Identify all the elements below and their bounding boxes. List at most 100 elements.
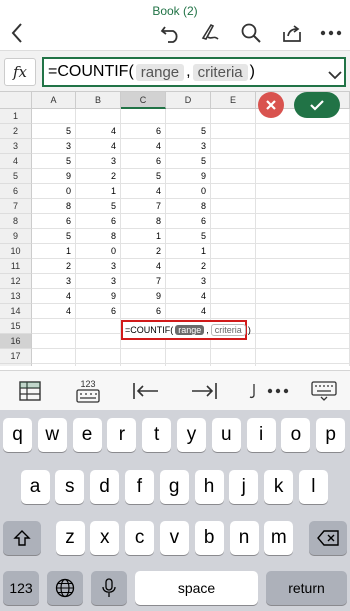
cell-c17[interactable] [121,349,166,364]
key-i[interactable]: i [246,418,276,452]
cell-d10[interactable]: 1 [166,244,211,259]
cell-c18[interactable] [121,364,166,366]
search-icon[interactable] [238,20,264,46]
key-f[interactable]: f [124,470,154,504]
cell-c6[interactable]: 4 [121,184,166,199]
cell-d2[interactable]: 5 [166,124,211,139]
key-z[interactable]: z [55,521,85,555]
cell-f6[interactable] [256,184,350,199]
delete-key[interactable] [309,521,347,555]
back-icon[interactable] [4,20,30,46]
cell-b1[interactable] [76,109,121,124]
cell-d11[interactable]: 2 [166,259,211,274]
cell-d3[interactable]: 3 [166,139,211,154]
row-header-3[interactable]: 3 [0,139,32,154]
cell-f4[interactable] [256,154,350,169]
cell-a13[interactable]: 4 [32,289,76,304]
microphone-key[interactable] [91,571,127,605]
key-m[interactable]: m [264,521,294,555]
key-o[interactable]: o [281,418,311,452]
key-e[interactable]: e [72,418,102,452]
cell-b17[interactable] [76,349,121,364]
row-header-7[interactable]: 7 [0,199,32,214]
column-header-b[interactable]: B [76,92,121,109]
cell-c3[interactable]: 4 [121,139,166,154]
cell-a12[interactable]: 3 [32,274,76,289]
cell-d8[interactable]: 6 [166,214,211,229]
cell-b7[interactable]: 5 [76,199,121,214]
cell-e12[interactable] [211,274,256,289]
cell-e8[interactable] [211,214,256,229]
row-header-13[interactable]: 13 [0,289,32,304]
share-icon[interactable] [279,20,305,46]
cell-d17[interactable] [166,349,211,364]
row-header-4[interactable]: 4 [0,154,32,169]
column-header-c[interactable]: C [121,92,166,109]
cell-d12[interactable]: 3 [166,274,211,289]
undo-icon[interactable] [158,20,184,46]
cell-e9[interactable] [211,229,256,244]
numbers-key[interactable]: 123 [3,571,39,605]
cell-b3[interactable]: 4 [76,139,121,154]
cell-f15[interactable] [256,319,350,334]
cell-d13[interactable]: 4 [166,289,211,304]
cell-c8[interactable]: 8 [121,214,166,229]
cell-a4[interactable]: 5 [32,154,76,169]
cell-d7[interactable]: 8 [166,199,211,214]
key-k[interactable]: k [264,470,294,504]
sheet-grid-icon[interactable] [16,379,44,403]
column-header-a[interactable]: A [32,92,76,109]
cell-f14[interactable] [256,304,350,319]
row-header-9[interactable]: 9 [0,229,32,244]
row-header-1[interactable]: 1 [0,109,32,124]
cell-b11[interactable]: 3 [76,259,121,274]
cell-editor-arg-range[interactable]: range [175,325,205,335]
globe-key[interactable] [47,571,83,605]
cell-b13[interactable]: 9 [76,289,121,304]
cell-a8[interactable]: 6 [32,214,76,229]
cell-b15[interactable] [76,319,121,334]
cell-a11[interactable]: 2 [32,259,76,274]
row-header-8[interactable]: 8 [0,214,32,229]
cell-b2[interactable]: 4 [76,124,121,139]
cell-e6[interactable] [211,184,256,199]
key-l[interactable]: l [298,470,328,504]
cell-f8[interactable] [256,214,350,229]
cell-e11[interactable] [211,259,256,274]
key-g[interactable]: g [159,470,189,504]
key-c[interactable]: c [125,521,155,555]
row-header-12[interactable]: 12 [0,274,32,289]
row-header-15[interactable]: 15 [0,319,32,334]
column-header-e[interactable]: E [211,92,256,109]
cell-e5[interactable] [211,169,256,184]
formula-arg-range[interactable]: range [135,63,185,81]
key-h[interactable]: h [194,470,224,504]
cell-a15[interactable] [32,319,76,334]
cell-c9[interactable]: 1 [121,229,166,244]
tab-right-icon[interactable] [190,379,218,403]
shift-key[interactable] [3,521,41,555]
cell-c13[interactable]: 9 [121,289,166,304]
cell-editor-arg-criteria[interactable]: criteria [210,324,246,336]
key-y[interactable]: y [177,418,206,452]
cell-b16[interactable] [76,334,121,349]
cell-e17[interactable] [211,349,256,364]
draw-icon[interactable] [197,20,223,46]
key-b[interactable]: b [194,521,224,555]
cell-b9[interactable]: 8 [76,229,121,244]
cell-a5[interactable]: 9 [32,169,76,184]
cell-b12[interactable]: 3 [76,274,121,289]
key-s[interactable]: s [55,470,85,504]
cell-f17[interactable] [256,349,350,364]
more-icon[interactable] [264,379,292,403]
tab-left-icon[interactable] [132,379,160,403]
cell-b10[interactable]: 0 [76,244,121,259]
cell-f12[interactable] [256,274,350,289]
cell-d14[interactable]: 4 [166,304,211,319]
cell-a10[interactable]: 1 [32,244,76,259]
cell-c10[interactable]: 2 [121,244,166,259]
cell-d9[interactable]: 5 [166,229,211,244]
key-u[interactable]: u [211,418,241,452]
row-header-6[interactable]: 6 [0,184,32,199]
key-p[interactable]: p [316,418,346,452]
